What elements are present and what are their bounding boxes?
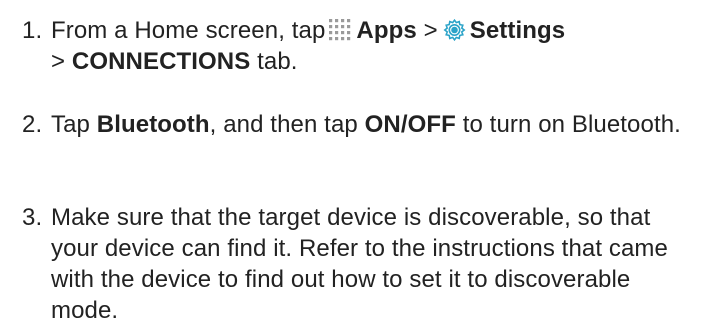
bluetooth-label: Bluetooth (96, 111, 210, 138)
step-number: 3. (22, 204, 43, 231)
step-2-text-c: to turn on Bluetooth. (462, 111, 681, 138)
step-text: From a Home screen, tap Apps > Settings >… (51, 15, 698, 77)
step-2-text-a: Tap (51, 111, 90, 138)
settings-gear-icon (442, 18, 467, 43)
step-1-text-b: tab. (257, 48, 298, 75)
step-number: 1. (22, 17, 43, 44)
step-text: Tap Bluetooth, and then tap ON/OFF to tu… (51, 109, 698, 140)
apps-label: Apps (356, 17, 417, 44)
onoff-label: ON/OFF (364, 111, 456, 138)
step-text: Make sure that the target device is disc… (51, 204, 668, 324)
connections-label: CONNECTIONS (71, 48, 251, 75)
step-1-text-a: From a Home screen, tap (51, 17, 326, 44)
step-number: 2. (22, 111, 43, 138)
settings-label: Settings (469, 17, 566, 44)
apps-grid-icon (328, 18, 352, 42)
step-2-text-b: , and then tap (209, 111, 358, 138)
step-3: 3. Make sure that the target device is d… (22, 202, 698, 326)
step-1: 1. From a Home screen, tap Apps > Settin… (22, 15, 698, 77)
separator: > (51, 48, 66, 75)
step-2: 2. Tap Bluetooth, and then tap ON/OFF to… (22, 109, 698, 140)
separator: > (423, 17, 438, 44)
